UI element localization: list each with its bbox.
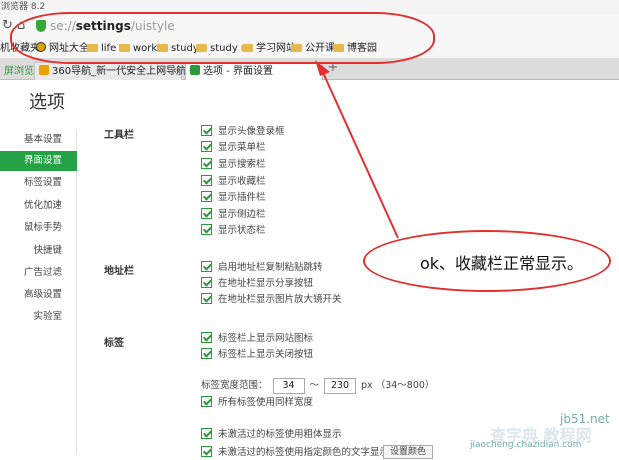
annotation-arrow bbox=[315, 60, 399, 239]
watermark-url: jiaocheng.chazidian.com bbox=[470, 440, 582, 450]
annotation-text: ok、收藏栏正常显示。 bbox=[420, 254, 584, 273]
